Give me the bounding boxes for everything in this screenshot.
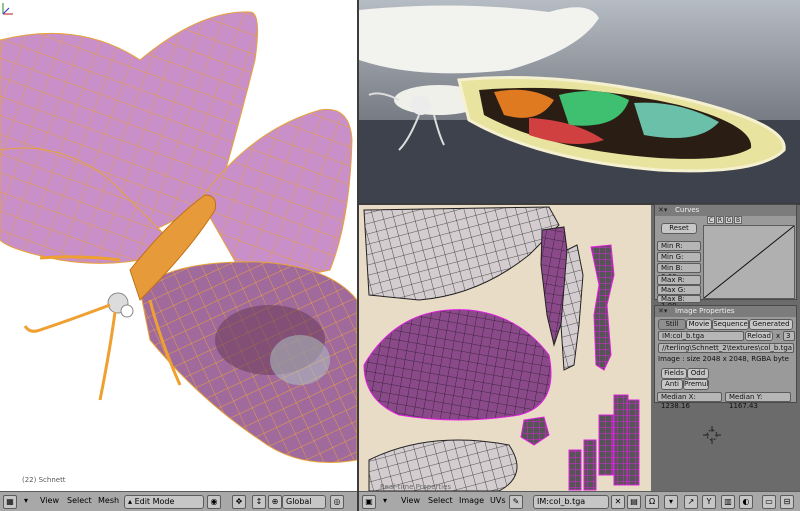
2d-cursor-icon: [703, 426, 721, 444]
butterfly-mesh: [0, 11, 357, 463]
channel-c-button[interactable]: C: [707, 216, 715, 224]
mode-icon: ▴: [128, 497, 133, 506]
uv-select-icon[interactable]: Y: [702, 495, 716, 509]
image-channel-icon[interactable]: ◐: [739, 495, 753, 509]
collapse-icon[interactable]: ▾: [383, 496, 387, 505]
max-r-field[interactable]: Max R: 1.00: [657, 275, 701, 293]
anti-button[interactable]: Anti: [661, 379, 683, 390]
users-count: 3: [783, 331, 795, 341]
manipulator-icon[interactable]: ↕: [252, 495, 266, 509]
zoom-icon[interactable]: ⊟: [780, 495, 794, 509]
median-x-field[interactable]: Median X: 1238.16: [657, 392, 722, 410]
proportional-icon[interactable]: ◎: [330, 495, 344, 509]
pin-icon[interactable]: ▤: [627, 495, 641, 509]
menu-view[interactable]: View: [401, 496, 420, 505]
min-g-field[interactable]: Min G: 0.00: [657, 252, 701, 270]
odd-button[interactable]: Odd: [687, 368, 709, 379]
editor-type-icon[interactable]: ▦: [3, 495, 17, 509]
panel-close-icon[interactable]: ✕▾: [658, 306, 667, 317]
uv-islands: [359, 205, 651, 491]
draw-type-icon[interactable]: ◉: [207, 495, 221, 509]
median-y-field[interactable]: Median Y: 1167.43: [725, 392, 791, 410]
blender-window: (22) Schnett Real-time Properties ✕▾ Cur…: [0, 0, 800, 511]
orientation-select[interactable]: Global: [282, 495, 326, 509]
curves-panel-header[interactable]: ✕▾ Curves: [655, 205, 796, 216]
reset-button[interactable]: Reset: [661, 223, 697, 234]
tab-generated[interactable]: Generated: [749, 319, 793, 330]
tab-sequence[interactable]: Sequence: [712, 319, 749, 330]
menu-select[interactable]: Select: [67, 496, 92, 505]
menu-mesh[interactable]: Mesh: [98, 496, 119, 505]
image-browse-icon[interactable]: ✎: [509, 495, 523, 509]
channel-g-button[interactable]: G: [725, 216, 733, 224]
render-preview: [359, 0, 800, 203]
render-layer-icon[interactable]: ▭: [762, 495, 776, 509]
uv-editor-header: ▣ ▾ View Select Image UVs ✎ IM:col_b.tga…: [359, 491, 800, 511]
image-properties-header[interactable]: ✕▾ Image Properties: [655, 306, 796, 317]
image-name-field[interactable]: IM:col_b.tga: [658, 331, 744, 341]
editor-type-icon[interactable]: ▣: [362, 495, 376, 509]
curve-line: [703, 225, 795, 299]
axis-gizmo-icon: [2, 3, 13, 15]
min-b-field[interactable]: Min B: 0.00: [657, 263, 701, 281]
3d-viewport[interactable]: (22) Schnett: [0, 0, 357, 491]
tab-movie[interactable]: Movie: [686, 319, 712, 330]
channel-b-button[interactable]: B: [734, 216, 742, 224]
reload-button[interactable]: Reload: [745, 331, 773, 341]
fields-button[interactable]: Fields: [661, 368, 687, 379]
max-g-field[interactable]: Max G: 1.00: [657, 285, 701, 303]
min-r-field[interactable]: Min R: 0.00: [657, 241, 701, 259]
collapse-icon[interactable]: ▾: [24, 496, 28, 505]
object-name-label: (22) Schnett: [22, 476, 66, 484]
uv-image-editor[interactable]: [359, 205, 651, 491]
paint-icon[interactable]: ▥: [721, 495, 735, 509]
render-image: [359, 0, 800, 203]
menu-select[interactable]: Select: [428, 496, 453, 505]
sync-icon[interactable]: ▾: [664, 495, 678, 509]
curves-panel: ✕▾ Curves Reset C R G B Min R: 0.00 Min …: [654, 204, 797, 310]
pivot-icon[interactable]: ✥: [232, 495, 246, 509]
unlink-image-icon[interactable]: ✕: [611, 495, 625, 509]
3d-viewport-header: ▦ ▾ View Select Mesh ▴ Edit Mode ◉ ✥ ↕ ⊕…: [0, 491, 357, 511]
vertex-select-icon[interactable]: ↗: [684, 495, 698, 509]
orientation-icon[interactable]: ⊕: [268, 495, 282, 509]
premul-button[interactable]: Premul: [683, 379, 709, 390]
panel-close-icon[interactable]: ✕▾: [658, 205, 667, 216]
channel-r-button[interactable]: R: [716, 216, 724, 224]
unlink-icon[interactable]: x: [776, 332, 780, 340]
max-b-field[interactable]: Max B: 1.00: [657, 295, 701, 310]
curve-editor[interactable]: [703, 225, 795, 299]
tab-still[interactable]: Still: [658, 319, 686, 330]
mode-select[interactable]: ▴ Edit Mode: [124, 495, 204, 509]
menu-uvs[interactable]: UVs: [490, 496, 506, 505]
image-properties-panel: ✕▾ Image Properties Still Movie Sequence…: [654, 305, 797, 403]
lock-icon[interactable]: Ω: [645, 495, 659, 509]
menu-view[interactable]: View: [40, 496, 59, 505]
menu-image[interactable]: Image: [459, 496, 484, 505]
realtime-properties-label: Real-time Properties: [380, 483, 452, 491]
image-info-text: Image : size 2048 x 2048, RGBA byte: [658, 355, 789, 363]
image-path-field[interactable]: //terling\Schnett_2\textures\col_b.tga: [658, 343, 794, 353]
image-name-select[interactable]: IM:col_b.tga: [533, 495, 609, 509]
